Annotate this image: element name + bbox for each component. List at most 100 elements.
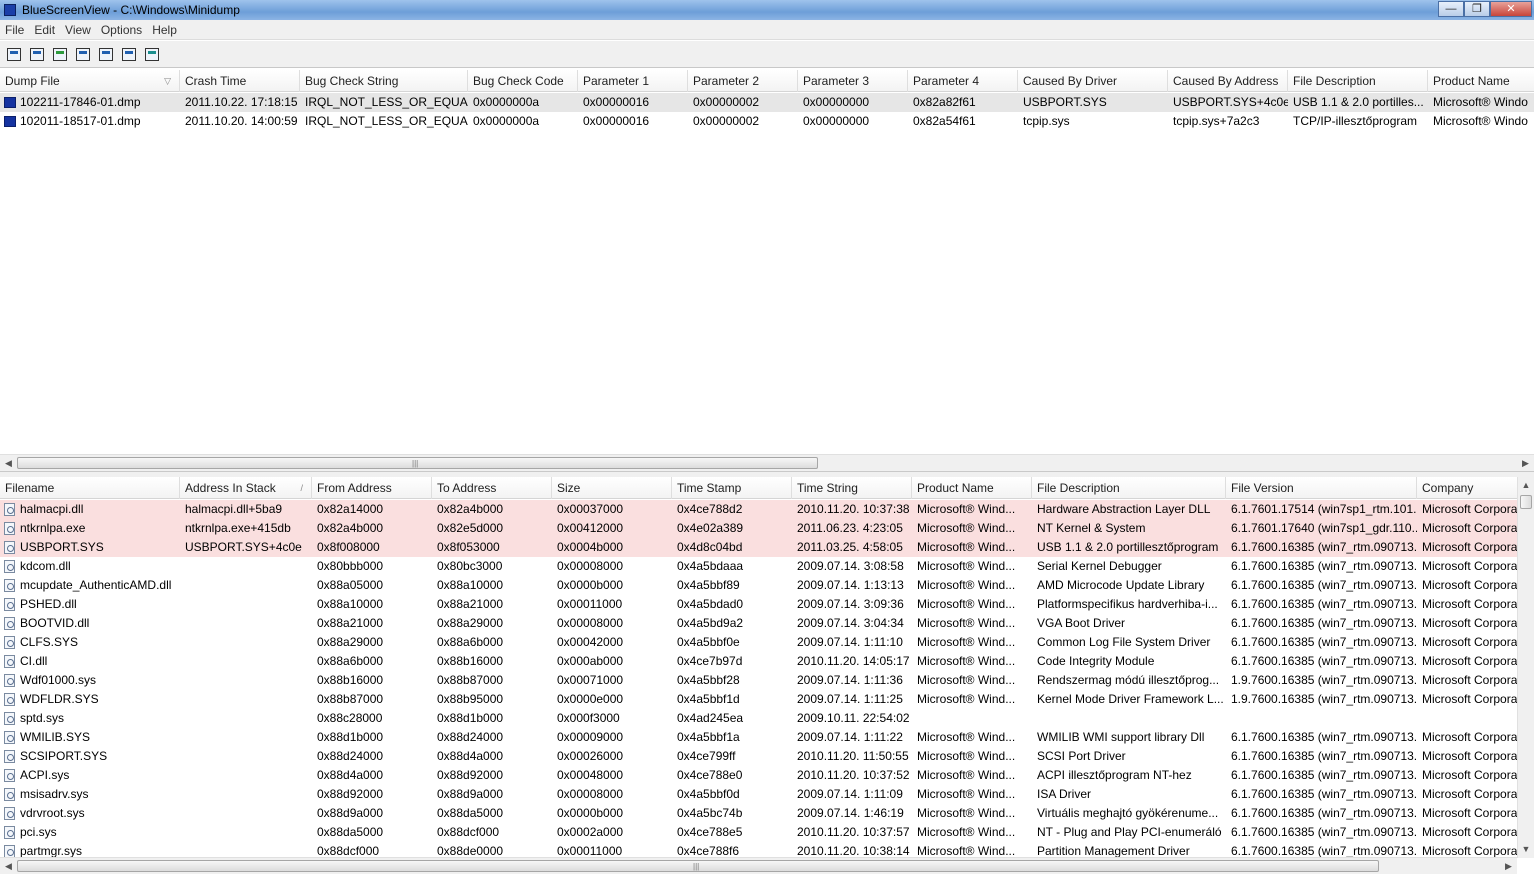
column-header-parameter-2[interactable]: Parameter 2 bbox=[688, 70, 798, 92]
table-row[interactable]: kdcom.dll 0x80bbb000 0x80bc3000 0x00008000 0… bbox=[0, 557, 1517, 576]
driver-list-hscrollbar[interactable]: ◀ ||| ▶ bbox=[0, 857, 1517, 874]
table-row[interactable]: halmacpi.dll halmacpi.dll+5ba9 0x82a14000 0… bbox=[0, 500, 1517, 519]
menu-view[interactable]: View bbox=[60, 23, 96, 37]
save-button[interactable] bbox=[27, 44, 47, 64]
driver-list[interactable]: Filename Address In Stack / From Address To … bbox=[0, 477, 1517, 858]
scroll-thumb[interactable]: ||| bbox=[17, 457, 818, 469]
scroll-left-arrow-icon[interactable]: ◀ bbox=[0, 858, 17, 875]
table-row[interactable]: SCSIPORT.SYS 0x88d24000 0x88d4a000 0x000260… bbox=[0, 747, 1517, 766]
cell-text: IRQL_NOT_LESS_OR_EQUAL bbox=[305, 114, 468, 128]
cell-text: kdcom.dll bbox=[20, 559, 71, 573]
column-header-bug-check-string[interactable]: Bug Check String bbox=[300, 70, 468, 92]
column-header-dump-file[interactable]: Dump File ▽ bbox=[0, 70, 180, 92]
table-row[interactable]: BOOTVID.dll 0x88a21000 0x88a29000 0x0000800… bbox=[0, 614, 1517, 633]
cell-text: 0x88d92000 bbox=[437, 768, 504, 782]
scroll-right-arrow-icon[interactable]: ▶ bbox=[1517, 455, 1534, 472]
cell-text: 6.1.7601.17514 (win7sp1_rtm.101... bbox=[1231, 502, 1417, 516]
find-button[interactable] bbox=[119, 44, 139, 64]
scroll-up-arrow-icon[interactable]: ▲ bbox=[1518, 477, 1534, 494]
scroll-thumb[interactable] bbox=[1520, 495, 1532, 509]
column-header-caused-by-driver[interactable]: Caused By Driver bbox=[1018, 70, 1168, 92]
cell-size: 0x00011000 bbox=[552, 595, 672, 614]
driver-list-vscrollbar[interactable]: ▲ ▼ bbox=[1517, 477, 1534, 858]
column-header-product-name[interactable]: Product Name bbox=[1428, 70, 1534, 92]
column-header-company[interactable]: Company bbox=[1417, 477, 1517, 499]
column-header-parameter-3[interactable]: Parameter 3 bbox=[798, 70, 908, 92]
cell-time-stamp: 0x4e02a389 bbox=[672, 519, 792, 538]
cell-crash-time: 2011.10.22. 17:18:15 bbox=[180, 93, 300, 112]
cell-text: Partition Management Driver bbox=[1037, 844, 1190, 858]
column-header-time-stamp[interactable]: Time Stamp bbox=[672, 477, 792, 499]
cell-time-string: 2009.07.14. 1:46:19 bbox=[792, 804, 912, 823]
column-header-size[interactable]: Size bbox=[552, 477, 672, 499]
cell-text: 0x4a5bbf1a bbox=[677, 730, 740, 744]
table-row[interactable]: sptd.sys 0x88c28000 0x88d1b000 0x000f3000 0x… bbox=[0, 709, 1517, 728]
column-header-file-description[interactable]: File Description bbox=[1032, 477, 1226, 499]
maximize-button[interactable]: ❐ bbox=[1464, 1, 1490, 17]
properties-button[interactable] bbox=[4, 44, 24, 64]
column-header-file-version[interactable]: File Version bbox=[1226, 477, 1417, 499]
column-header-bug-check-code[interactable]: Bug Check Code bbox=[468, 70, 578, 92]
copy-button[interactable] bbox=[73, 44, 93, 64]
table-row[interactable]: vdrvroot.sys 0x88d9a000 0x88da5000 0x0000b0… bbox=[0, 804, 1517, 823]
scroll-right-arrow-icon[interactable]: ▶ bbox=[1500, 858, 1517, 875]
table-row[interactable]: partmgr.sys 0x88dcf000 0x88de0000 0x0001100… bbox=[0, 842, 1517, 858]
column-header-label: Bug Check Code bbox=[473, 74, 564, 88]
column-header-filename[interactable]: Filename bbox=[0, 477, 180, 499]
scroll-thumb[interactable]: ||| bbox=[17, 860, 1379, 872]
cell-text: 6.1.7600.16385 (win7_rtm.090713... bbox=[1231, 806, 1417, 820]
column-header-from-address[interactable]: From Address bbox=[312, 477, 432, 499]
column-header-crash-time[interactable]: Crash Time bbox=[180, 70, 300, 92]
html-report-button[interactable] bbox=[96, 44, 116, 64]
menu-file[interactable]: File bbox=[0, 23, 29, 37]
column-header-to-address[interactable]: To Address bbox=[432, 477, 552, 499]
minimize-button[interactable]: — bbox=[1438, 1, 1464, 17]
table-row[interactable]: ACPI.sys 0x88d4a000 0x88d92000 0x00048000 0x… bbox=[0, 766, 1517, 785]
cell-text: Platformspecifikus hardverhiba-i... bbox=[1037, 597, 1218, 611]
scroll-down-arrow-icon[interactable]: ▼ bbox=[1518, 841, 1534, 858]
table-row[interactable]: ntkrnlpa.exe ntkrnlpa.exe+415db 0x82a4b000… bbox=[0, 519, 1517, 538]
table-row[interactable]: PSHED.dll 0x88a10000 0x88a21000 0x00011000 0… bbox=[0, 595, 1517, 614]
scroll-left-arrow-icon[interactable]: ◀ bbox=[0, 455, 17, 472]
menu-help[interactable]: Help bbox=[147, 23, 182, 37]
column-header-parameter-1[interactable]: Parameter 1 bbox=[578, 70, 688, 92]
column-header-parameter-4[interactable]: Parameter 4 bbox=[908, 70, 1018, 92]
crash-list[interactable]: Dump File ▽ Crash Time Bug Check String Bug … bbox=[0, 70, 1534, 454]
menu-options[interactable]: Options bbox=[96, 23, 147, 37]
exit-button[interactable] bbox=[142, 44, 162, 64]
table-row[interactable]: mcupdate_AuthenticAMD.dll 0x88a05000 0x88a… bbox=[0, 576, 1517, 595]
cell-filename: WDFLDR.SYS bbox=[0, 690, 180, 709]
crash-list-hscrollbar[interactable]: ◀ ||| ▶ bbox=[0, 454, 1534, 471]
table-row[interactable]: WDFLDR.SYS 0x88b87000 0x88b95000 0x0000e000… bbox=[0, 690, 1517, 709]
cell-product-name: Microsoft® Wind... bbox=[912, 595, 1032, 614]
cell-time-stamp: 0x4a5bc74b bbox=[672, 804, 792, 823]
column-header-label: Parameter 3 bbox=[803, 74, 870, 88]
close-button[interactable]: ✕ bbox=[1490, 1, 1532, 17]
column-header-address-in-stack[interactable]: Address In Stack / bbox=[180, 477, 312, 499]
table-row[interactable]: pci.sys 0x88da5000 0x88dcf000 0x0002a000 0x4… bbox=[0, 823, 1517, 842]
cell-product-name: Microsoft® Wind... bbox=[912, 652, 1032, 671]
cell-filename: CI.dll bbox=[0, 652, 180, 671]
column-header-caused-by-address[interactable]: Caused By Address bbox=[1168, 70, 1288, 92]
table-row[interactable]: 102211-17846-01.dmp 2011.10.22. 17:18:15 I… bbox=[0, 93, 1534, 112]
table-row[interactable]: msisadrv.sys 0x88d92000 0x88d9a000 0x000080… bbox=[0, 785, 1517, 804]
column-header-file-description[interactable]: File Description bbox=[1288, 70, 1428, 92]
table-row[interactable]: CLFS.SYS 0x88a29000 0x88a6b000 0x00042000 0x… bbox=[0, 633, 1517, 652]
table-row[interactable]: Wdf01000.sys 0x88b16000 0x88b87000 0x000710… bbox=[0, 671, 1517, 690]
table-row[interactable]: USBPORT.SYS USBPORT.SYS+4c0e 0x8f008000 0x8… bbox=[0, 538, 1517, 557]
cell-text: Microsoft® Wind... bbox=[917, 787, 1016, 801]
cell-text: 0x88a29000 bbox=[317, 635, 384, 649]
column-header-label: Time Stamp bbox=[677, 481, 742, 495]
column-header-time-string[interactable]: Time String bbox=[792, 477, 912, 499]
cell-parameter-2: 0x00000002 bbox=[688, 112, 798, 131]
cell-from-address: 0x88a05000 bbox=[312, 576, 432, 595]
column-header-label: File Description bbox=[1037, 481, 1120, 495]
column-header-product-name[interactable]: Product Name bbox=[912, 477, 1032, 499]
cell-text: 0x0000000a bbox=[473, 114, 540, 128]
table-row[interactable]: 102011-18517-01.dmp 2011.10.20. 14:00:59 I… bbox=[0, 112, 1534, 131]
menu-edit[interactable]: Edit bbox=[29, 23, 60, 37]
cell-text: Microsoft® Wind... bbox=[917, 673, 1016, 687]
table-row[interactable]: WMILIB.SYS 0x88d1b000 0x88d24000 0x00009000… bbox=[0, 728, 1517, 747]
refresh-button[interactable] bbox=[50, 44, 70, 64]
table-row[interactable]: CI.dll 0x88a6b000 0x88b16000 0x000ab000 0x4c… bbox=[0, 652, 1517, 671]
